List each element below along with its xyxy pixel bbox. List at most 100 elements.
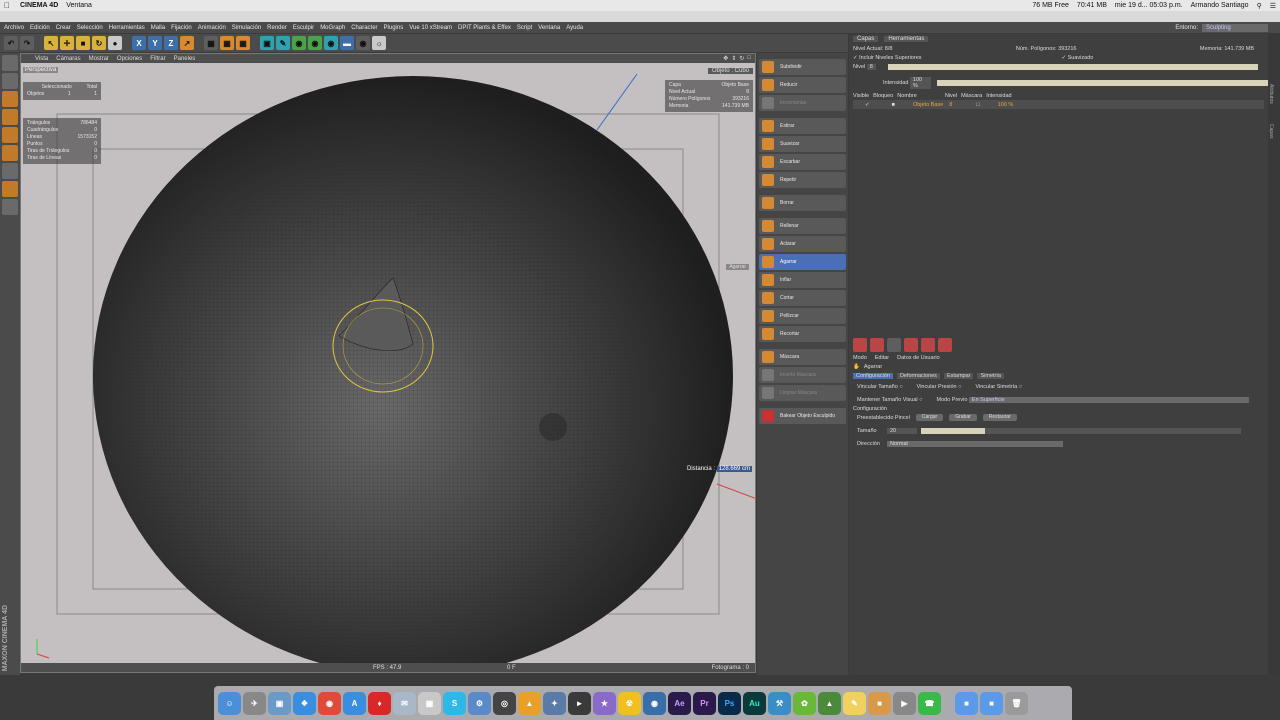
dashboard-icon[interactable]: ◎ (493, 691, 516, 715)
user-name[interactable]: Armando Santiago (1191, 2, 1249, 9)
trash-icon[interactable]: 🗑 (1005, 691, 1028, 715)
vincular-simetria-check[interactable]: ○ (1019, 384, 1022, 390)
menu-item[interactable]: MoGraph (320, 25, 345, 31)
clock[interactable]: mie 19 d... 05:03 p.m. (1115, 2, 1183, 9)
tamano-slider[interactable] (921, 427, 1241, 434)
coordinate-system-icon[interactable]: ↗ (180, 36, 194, 50)
app-menu[interactable]: CINEMA 4D (20, 2, 58, 9)
cargar-button[interactable]: Cargar (915, 414, 944, 421)
delete-layer-icon[interactable] (904, 338, 918, 352)
tools-icon[interactable]: ✦ (543, 691, 566, 715)
tool-invertir-mascara[interactable]: Invertir Máscara (759, 367, 846, 383)
skype-icon[interactable]: S (443, 691, 466, 715)
tool-reducir[interactable]: Reducir (759, 77, 846, 93)
visible-icon[interactable]: ✓ (865, 102, 870, 108)
lock-icon[interactable]: ■ (892, 102, 895, 108)
menu-item[interactable]: Vue 10 xStream (409, 25, 452, 31)
folder-icon[interactable]: ■ (868, 691, 891, 715)
workplane-icon[interactable] (2, 181, 18, 197)
vincular-presion-check[interactable]: ○ (958, 384, 961, 390)
tool-subdividir[interactable]: Subdividir (759, 59, 846, 75)
tool-inflar[interactable]: Inflar (759, 272, 846, 288)
layer-row[interactable]: ✓ ■ Objeto Base 8 □ 100 % (853, 100, 1264, 109)
menu-item[interactable]: DPIT Plants & Effex (458, 25, 511, 31)
list-icon[interactable]: ☰ (1270, 2, 1276, 10)
vp-menu-item[interactable]: Filtrar (150, 56, 165, 62)
search-icon[interactable]: ⚲ (1257, 2, 1262, 10)
final-cut-icon[interactable]: ► (568, 691, 591, 715)
vp-menu-item[interactable]: Paneles (174, 56, 196, 62)
menu-item[interactable]: Selección (77, 25, 103, 31)
menu-item[interactable]: Plugins (384, 25, 404, 31)
camera-icon[interactable]: ◉ (356, 36, 370, 50)
menu-item[interactable]: Archivo (4, 25, 24, 31)
tool-mascara[interactable]: Máscara (759, 349, 846, 365)
notes-icon[interactable]: ✎ (843, 691, 866, 715)
mask-icon[interactable]: □ (976, 102, 979, 108)
pen-icon[interactable]: ✎ (276, 36, 290, 50)
menu-item[interactable]: Crear (56, 25, 71, 31)
z-axis-icon[interactable]: Z (164, 36, 178, 50)
nivel-field[interactable]: 8 (866, 63, 876, 70)
tab-deformaciones[interactable]: Deformaciones (896, 372, 940, 379)
3d-viewport[interactable]: Vista Cámaras Mostrar Opciones Filtrar P… (20, 53, 756, 673)
premiere-icon[interactable]: Pr (693, 691, 716, 715)
menu-item[interactable]: Ayuda (566, 25, 583, 31)
launchpad-icon[interactable]: ✈ (243, 691, 266, 715)
attr-menu-item[interactable]: Datos de Usuario (897, 355, 940, 361)
vp-menu-item[interactable]: Mostrar (89, 56, 109, 62)
xcode-icon[interactable]: ⚒ (768, 691, 791, 715)
orbit-icon[interactable]: ↻ (739, 55, 744, 62)
tool-recortar[interactable]: Recortar (759, 326, 846, 342)
polygons-mode-icon[interactable] (2, 127, 18, 143)
menu-item[interactable]: Ventana (538, 25, 560, 31)
tool-rellenar[interactable]: Rellenar (759, 218, 846, 234)
attr-menu-item[interactable]: Modo (853, 355, 867, 361)
layer-option-icon[interactable] (887, 338, 901, 352)
terminal-icon[interactable]: ▶ (893, 691, 916, 715)
app-store-icon[interactable]: A (343, 691, 366, 715)
model-mode-icon[interactable] (2, 55, 18, 71)
whatsapp-icon[interactable]: ☎ (918, 691, 941, 715)
sculpt-layout-icon[interactable] (2, 199, 18, 215)
edges-mode-icon[interactable] (2, 109, 18, 125)
tool-borrar[interactable]: Borrar (759, 195, 846, 211)
add-layer-icon[interactable] (853, 338, 867, 352)
imovie-icon[interactable]: ★ (593, 691, 616, 715)
radioactive-icon[interactable]: ☢ (618, 691, 641, 715)
mantener-check[interactable]: ○ (919, 397, 922, 403)
subdivision-icon[interactable]: ◉ (292, 36, 306, 50)
deformer-icon[interactable]: ◉ (324, 36, 338, 50)
zoom-icon[interactable]: ⇕ (731, 55, 736, 62)
floor-icon[interactable]: ▬ (340, 36, 354, 50)
audition-icon[interactable]: Au (743, 691, 766, 715)
menu-item[interactable]: Character (351, 25, 377, 31)
tool-escarbar[interactable]: Escarbar (759, 154, 846, 170)
modo-previo-select[interactable]: En Superficie (968, 396, 1249, 403)
tab-capas[interactable]: Capas (853, 36, 879, 42)
apple-icon[interactable]:  (4, 1, 14, 10)
mail-icon[interactable]: ✉ (393, 691, 416, 715)
tool-estirar[interactable]: Estirar (759, 118, 846, 134)
pan-icon[interactable]: ✥ (723, 55, 728, 62)
menu-item[interactable]: Fijación (171, 25, 192, 31)
redo-icon[interactable]: ↷ (20, 36, 34, 50)
tool-bakear[interactable]: Bakear Objeto Esculpido (759, 408, 846, 424)
rotate-icon[interactable]: ↻ (92, 36, 106, 50)
photos-icon[interactable]: ▦ (418, 691, 441, 715)
recent-tool-icon[interactable]: ● (108, 36, 122, 50)
merge-layer-icon[interactable] (921, 338, 935, 352)
render-picture-viewer-icon[interactable]: ▦ (220, 36, 234, 50)
x-axis-icon[interactable]: X (132, 36, 146, 50)
vp-menu-item[interactable]: Cámaras (56, 56, 80, 62)
tamano-field[interactable]: 20 (887, 427, 917, 434)
render-settings-icon[interactable]: ▦ (236, 36, 250, 50)
menu-item[interactable]: Herramientas (109, 25, 145, 31)
tab-herramientas[interactable]: Herramientas (884, 36, 929, 42)
restaurar-button[interactable]: Restaurar (982, 414, 1017, 421)
duplicate-layer-icon[interactable] (938, 338, 952, 352)
menu-item[interactable]: Animación (198, 25, 226, 31)
tool-agarrar[interactable]: Agarrar (759, 254, 846, 270)
light-icon[interactable]: ☼ (372, 36, 386, 50)
check-icon[interactable]: ✓ (853, 55, 858, 61)
